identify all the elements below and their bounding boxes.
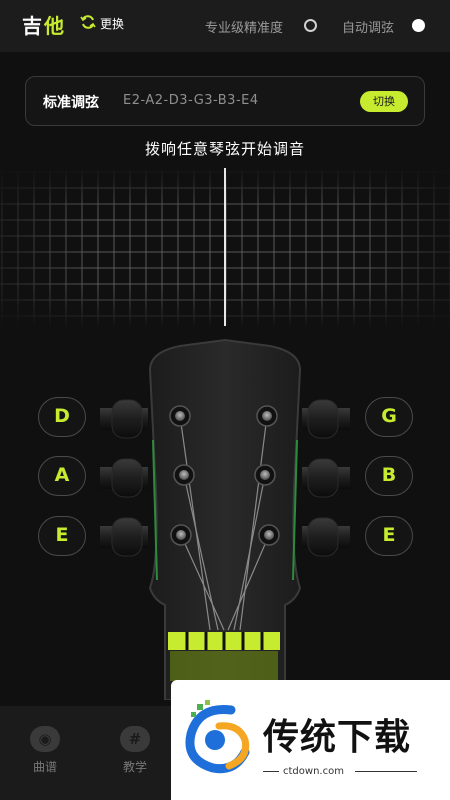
tuning-hint: 拨响任意琴弦开始调音 (144, 140, 305, 158)
record-icon: ◉ (30, 726, 60, 752)
watermark-text: 传统下载 (263, 717, 412, 758)
nav-label: 教学 (122, 760, 147, 774)
watermark-url: ctdown.com (283, 766, 344, 777)
watermark-logo-icon (185, 700, 250, 774)
nav-label: 曲谱 (32, 760, 57, 774)
string-button-b[interactable]: B (365, 456, 413, 496)
top-bar: 吉他 更换 专业级精准度 自动调弦 (0, 0, 450, 52)
nav-item-tutorial[interactable]: # 教学 (110, 726, 160, 775)
string-button-g[interactable]: G (365, 397, 413, 437)
tuning-name: 标准调弦 (43, 95, 99, 111)
string-button-low-e[interactable]: E (38, 516, 86, 556)
tuning-card: 标准调弦 E2-A2-D3-G3-B3-E4 切换 (25, 76, 425, 126)
change-instrument-button[interactable]: 更换 (100, 15, 124, 32)
guitar-headstock (100, 338, 350, 700)
refresh-icon[interactable] (80, 14, 96, 30)
pro-precision-label: 专业级精准度 (205, 21, 284, 36)
title-second-char: 他 (44, 14, 66, 38)
app-title: 吉他 (22, 10, 66, 39)
tuning-notes: E2-A2-D3-G3-B3-E4 (123, 93, 259, 108)
watermark-banner: 传统下载 ctdown.com (171, 680, 450, 800)
auto-tune-label: 自动调弦 (342, 21, 395, 36)
string-button-a[interactable]: A (38, 456, 86, 496)
right-tuning-pegs (302, 399, 350, 557)
hash-icon: # (120, 726, 150, 752)
string-indicator-nut (168, 632, 280, 681)
auto-tune-toggle[interactable] (412, 19, 425, 32)
string-button-d[interactable]: D (38, 397, 86, 437)
nav-item-sheet-music[interactable]: ◉ 曲谱 (20, 726, 70, 775)
string-button-high-e[interactable]: E (365, 516, 413, 556)
tuning-needle (224, 168, 226, 326)
pro-precision-toggle[interactable] (304, 19, 317, 32)
left-tuning-pegs (100, 399, 148, 557)
title-first-char: 吉 (22, 14, 44, 38)
watermark-rule-right (355, 771, 417, 772)
switch-tuning-button[interactable]: 切换 (360, 91, 408, 112)
watermark-rule-left (263, 771, 279, 772)
